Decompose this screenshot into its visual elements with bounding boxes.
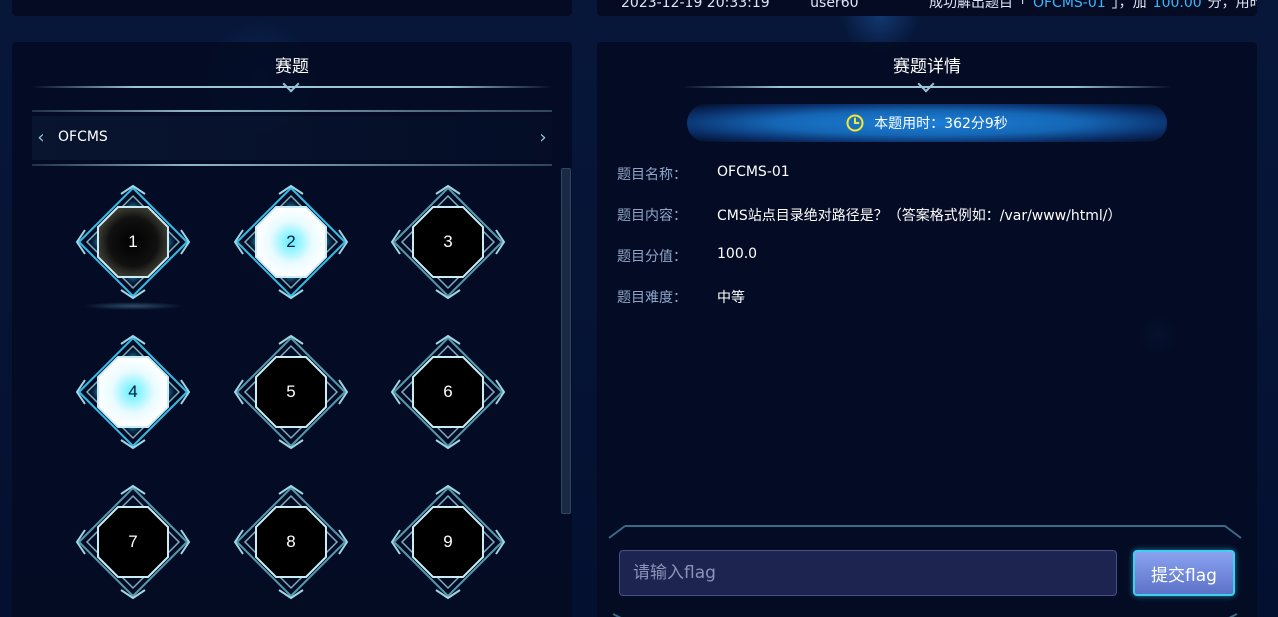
panel-title: 赛题详情 <box>893 57 961 77</box>
info-label: 题目名称： <box>617 167 687 183</box>
tile-number: 6 <box>443 382 453 401</box>
challenge-tile[interactable]: 5 <box>233 334 349 450</box>
flag-input[interactable] <box>619 550 1117 596</box>
chevron-right-icon[interactable]: › <box>536 128 550 148</box>
submit-flag-button[interactable]: 提交flag <box>1133 550 1235 596</box>
category-bottom-line <box>32 164 552 166</box>
timer-text: 本题用时：362分9秒 <box>874 116 1008 132</box>
info-value: OFCMS-01 <box>717 164 790 180</box>
info-value: CMS站点目录绝对路径是？（答案格式例如：/var/www/html/） <box>717 208 1122 224</box>
challenge-tile[interactable]: 7 <box>75 484 191 600</box>
challenge-tile[interactable]: 9 <box>390 484 506 600</box>
tile-number: 4 <box>128 382 138 401</box>
panel-title: 赛题 <box>275 57 309 77</box>
title-notch <box>917 75 935 93</box>
flag-submit-area: 提交flag <box>605 524 1245 617</box>
info-value: 100.0 <box>717 246 758 262</box>
top-left-strip <box>12 0 572 16</box>
activity-ticker: 2023-12-19 20:33:19 user60 成功解出题目「 OFCMS-… <box>597 0 1257 16</box>
ticker-challenge: OFCMS-01 <box>1032 0 1106 11</box>
tile-number: 7 <box>128 532 138 551</box>
timer-bar: 本题用时：362分9秒 <box>687 104 1167 142</box>
challenge-tile[interactable]: 4 <box>75 334 191 450</box>
title-notch <box>282 75 300 93</box>
info-value: 中等 <box>717 290 745 306</box>
ticker-msg-middle: 」，加 <box>1111 0 1147 11</box>
challenge-tile[interactable]: 3 <box>390 184 506 300</box>
tile-number: 2 <box>286 232 296 251</box>
ticker-msg-prefix: 成功解出题目「 <box>928 0 1027 11</box>
challenge-tile[interactable]: 1 <box>75 184 191 300</box>
challenge-list-panel: 赛题 ‹ OFCMS › 1 2 3 4 5 6 7 8 9 <box>12 42 572 617</box>
info-label: 题目内容： <box>617 208 687 224</box>
category-label: OFCMS <box>58 129 108 145</box>
ticker-time: 2023-12-19 20:33:19 <box>621 0 770 11</box>
challenge-tile[interactable]: 2 <box>233 184 349 300</box>
challenge-tile[interactable]: 8 <box>233 484 349 600</box>
info-label: 题目分值： <box>617 249 687 265</box>
tile-number: 5 <box>286 382 296 401</box>
challenge-detail-panel: 赛题详情 本题用时：362分9秒 题目名称： OFCMS-01 题目内容： CM… <box>597 42 1257 617</box>
category-inner <box>32 116 552 160</box>
ticker-msg-suffix: 分，用时： <box>1207 0 1257 11</box>
category-top-line <box>32 110 552 112</box>
ticker-score: 100.00 <box>1152 0 1202 11</box>
scrollbar[interactable] <box>561 168 571 514</box>
challenge-tile[interactable]: 6 <box>390 334 506 450</box>
tile-number: 9 <box>443 532 453 551</box>
clock-icon <box>846 114 864 132</box>
tile-number: 3 <box>443 232 453 251</box>
tile-number: 8 <box>286 532 296 551</box>
tile-number: 1 <box>128 232 138 251</box>
category-selector: ‹ OFCMS › <box>32 110 552 166</box>
chevron-left-icon[interactable]: ‹ <box>34 128 48 148</box>
selected-tile-shadow <box>83 302 183 310</box>
ticker-user: user60 <box>810 0 859 11</box>
info-label: 题目难度： <box>617 290 687 306</box>
